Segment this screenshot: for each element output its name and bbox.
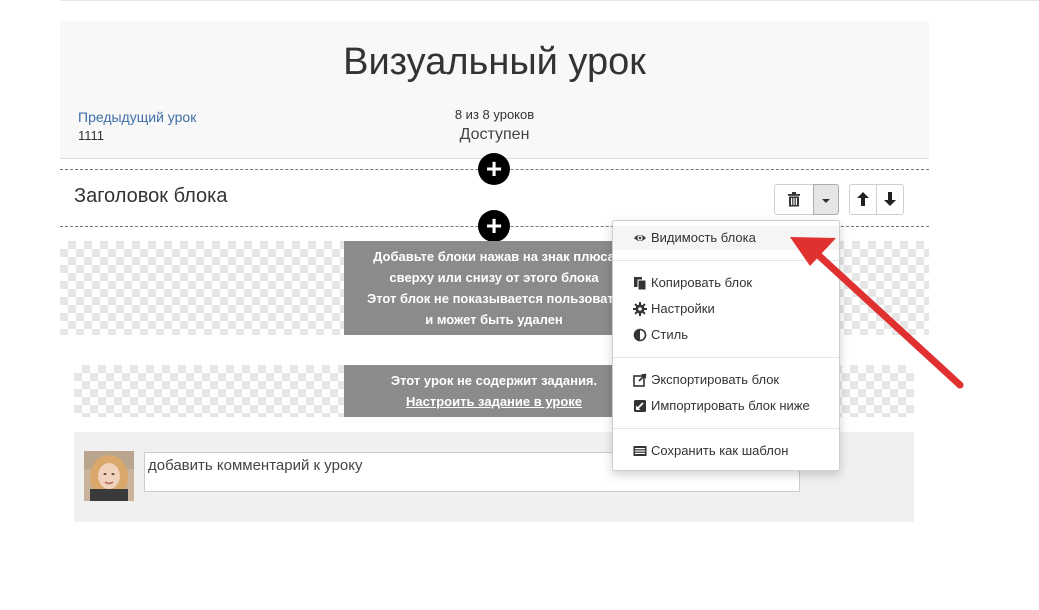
task-notice-text: Этот урок не содержит задания. [390, 373, 598, 388]
add-block-below-button[interactable]: + [478, 210, 510, 242]
eye-icon [634, 235, 646, 241]
block-dropdown-menu: Видимость блока Копировать блок Настройк… [612, 220, 840, 471]
block-menu-toggle[interactable] [813, 184, 839, 215]
notice-line: Добавьте блоки нажав на знак плюса [373, 249, 615, 264]
lesson-header: Визуальный урок Предыдущий урок 1111 8 и… [60, 21, 929, 158]
add-block-above-button[interactable]: + [478, 153, 510, 185]
external-link-icon [633, 373, 647, 387]
menu-divider [613, 428, 839, 429]
move-block-down-button[interactable] [876, 184, 904, 215]
menu-item-label: Сохранить как шаблон [651, 443, 789, 458]
task-notice: Этот урок не содержит задания. Настроить… [344, 365, 644, 417]
copy-icon [634, 277, 647, 290]
template-icon [633, 446, 647, 456]
menu-item-label: Экспортировать блок [651, 372, 780, 387]
menu-divider [613, 260, 839, 261]
lesson-status: Доступен [459, 126, 530, 143]
menu-item-label: Стиль [651, 327, 688, 342]
menu-item-label: Настройки [651, 301, 715, 316]
lesson-count: 8 из 8 уроков [454, 107, 535, 122]
caret-down-icon [822, 199, 830, 203]
menu-item-style[interactable]: Стиль [613, 323, 839, 347]
move-block-up-button[interactable] [849, 184, 877, 215]
menu-item-visibility[interactable]: Видимость блока [613, 226, 839, 250]
arrow-up-icon [857, 192, 869, 206]
half-circle-icon [633, 328, 647, 342]
menu-item-label: Видимость блока [651, 230, 756, 245]
menu-item-label: Импортировать блок ниже [651, 398, 810, 413]
top-divider [60, 0, 1039, 1]
notice-line: Этот блок не показывается пользовате [366, 291, 621, 306]
menu-item-import[interactable]: Импортировать блок ниже [613, 394, 839, 418]
empty-block-notice: Добавьте блоки нажав на знак плюса сверх… [344, 241, 644, 335]
page-title: Визуальный урок [343, 41, 646, 83]
menu-item-settings[interactable]: Настройки [613, 297, 839, 321]
menu-divider [613, 357, 839, 358]
menu-item-copy[interactable]: Копировать блок [613, 271, 839, 295]
menu-item-export[interactable]: Экспортировать блок [613, 368, 839, 392]
notice-line: сверху или снизу от этого блока [389, 270, 599, 285]
arrow-down-icon [884, 192, 896, 206]
gear-icon [633, 302, 647, 316]
notice-line: и может быть удален [425, 312, 563, 327]
configure-task-link[interactable]: Настроить задание в уроке [344, 391, 644, 412]
trash-icon [788, 192, 800, 207]
menu-item-label: Копировать блок [651, 275, 753, 290]
avatar [84, 451, 134, 501]
import-icon [634, 400, 646, 412]
block-title: Заголовок блока [74, 185, 228, 207]
delete-block-button[interactable] [774, 184, 814, 215]
menu-item-save-template[interactable]: Сохранить как шаблон [613, 439, 839, 463]
